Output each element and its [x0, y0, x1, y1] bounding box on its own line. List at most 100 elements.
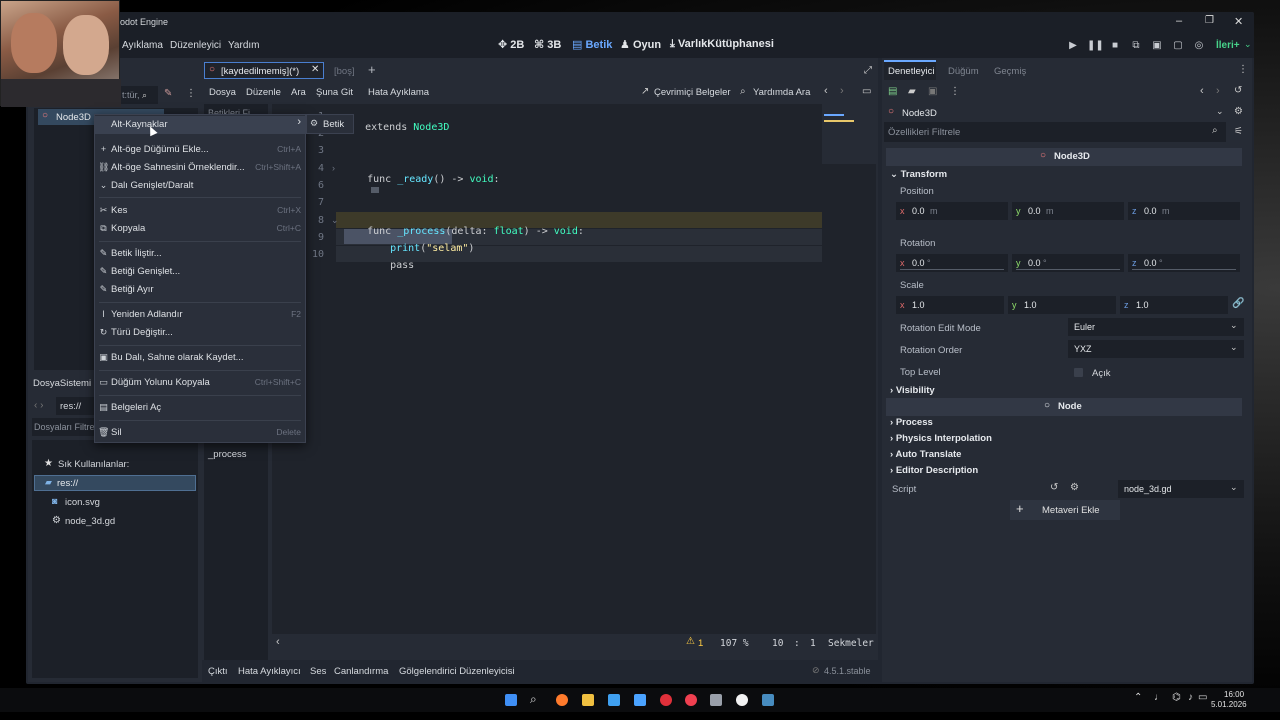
script-menu-file[interactable]: Dosya — [209, 87, 236, 98]
history-tab[interactable]: Geçmiş — [994, 66, 1026, 77]
context-item-cut[interactable]: ✂ Kes Ctrl+X — [95, 202, 305, 220]
filter-settings-icon[interactable]: ⚟ — [1234, 126, 1243, 137]
file-item[interactable]: icon.svg — [65, 497, 100, 508]
object-properties-icon[interactable]: ⚙ — [1234, 106, 1243, 117]
distraction-free-icon[interactable]: ⤢ — [864, 65, 872, 76]
rotation-y-field[interactable]: y 0.0 ° — [1012, 254, 1124, 272]
rotation-x-slider[interactable] — [900, 269, 1004, 270]
history-back-icon[interactable]: ‹ — [1200, 85, 1204, 97]
context-item-expand-collapse[interactable]: ⌄ Dalı Genişlet/Daralt — [95, 177, 305, 195]
app-icon[interactable] — [710, 694, 722, 706]
context-item-rename[interactable]: I Yeniden Adlandır F2 — [95, 306, 305, 324]
warning-count[interactable]: 1 — [698, 638, 703, 649]
menu-editor[interactable]: Düzenleyici — [170, 40, 221, 51]
bottom-tab-audio[interactable]: Ses — [310, 666, 326, 677]
renderer-select[interactable]: İleri+ — [1216, 40, 1240, 51]
filesystem-title[interactable]: DosyaSistemi — [33, 378, 91, 389]
minimize-button[interactable]: – — [1176, 15, 1182, 27]
kebab-menu-icon[interactable]: ⋮ — [1238, 64, 1248, 75]
script-menu-edit[interactable]: Düzenle — [246, 87, 281, 98]
context-item-change-type[interactable]: ↻ Türü Değiştir... — [95, 324, 305, 342]
position-z-field[interactable]: z 0.0 m — [1128, 202, 1240, 220]
bottom-tab-debugger[interactable]: Hata Ayıklayıcı — [238, 666, 301, 677]
search-icon[interactable]: ⌕ — [530, 692, 537, 707]
rotation-z-field[interactable]: z 0.0 ° — [1128, 254, 1240, 272]
workspace-game[interactable]: ♟ Oyun — [620, 38, 661, 51]
context-item-delete[interactable]: 🗑 Sil Delete — [95, 424, 305, 442]
inspector-node-name[interactable]: Node3D — [902, 108, 937, 119]
gear-icon[interactable]: ⚙ — [1070, 482, 1079, 493]
workspace-3d[interactable]: ⌘ 3B — [534, 38, 561, 51]
stop-icon[interactable]: ■ — [1108, 39, 1122, 53]
rotation-order-select[interactable]: YXZ ⌄ — [1068, 340, 1244, 358]
property-filter-input[interactable]: Özellikleri Filtrele ⌕ — [884, 122, 1226, 142]
back-icon[interactable]: ‹ › — [34, 400, 43, 411]
play-scene-icon[interactable]: ▣ — [1150, 39, 1164, 53]
rotation-y-slider[interactable] — [1016, 269, 1120, 270]
app-icon[interactable] — [685, 694, 697, 706]
store-icon[interactable] — [634, 694, 646, 706]
close-icon[interactable]: ✕ — [311, 64, 319, 75]
opera-icon[interactable] — [660, 694, 672, 706]
context-item-save-branch[interactable]: ▣ Bu Dalı, Sahne olarak Kaydet... — [95, 349, 305, 367]
context-item-extend-script[interactable]: ✎ Betiği Genişlet... — [95, 263, 305, 281]
online-docs-button[interactable]: Çevrimiçi Belgeler — [654, 87, 731, 98]
scroll-left-icon[interactable]: ‹ — [276, 636, 280, 648]
save-resource-icon[interactable]: ▣ — [928, 86, 937, 97]
physics-interpolation-section[interactable]: › Physics Interpolation — [890, 433, 992, 444]
battery-icon[interactable]: ▭ — [1198, 692, 1207, 703]
inspector-tab-active[interactable]: Denetleyici — [884, 60, 936, 80]
context-item-copy[interactable]: ⧉ Kopyala Ctrl+C — [95, 220, 305, 238]
script-menu-debug[interactable]: Hata Ayıklama — [368, 87, 429, 98]
file-tree-root[interactable]: ▰ res:// — [34, 475, 196, 491]
bottom-tab-shader[interactable]: Gölgelendirici Düzenleyicisi — [399, 666, 515, 677]
history-forward-icon[interactable]: › — [840, 85, 844, 97]
context-item-copy-node-path[interactable]: ▭ Düğüm Yolunu Kopyala Ctrl+Shift+C — [95, 374, 305, 392]
rotation-z-slider[interactable] — [1132, 269, 1236, 270]
indent-mode[interactable]: Sekmeler — [828, 638, 874, 649]
visibility-section[interactable]: › Visibility — [890, 385, 935, 396]
chevron-up-icon[interactable]: ⌃ — [1134, 692, 1142, 703]
fold-arrow-icon[interactable]: › — [332, 163, 335, 173]
network-icon[interactable]: ⌬ — [1172, 692, 1181, 703]
add-tab-button[interactable]: + — [368, 62, 376, 77]
context-item-detach-script[interactable]: ✎ Betiği Ayır — [95, 281, 305, 299]
play-custom-icon[interactable]: ▢ — [1171, 39, 1185, 53]
script-resource-field[interactable]: node_3d.gd ⌄ — [1118, 480, 1244, 498]
bottom-tab-animation[interactable]: Canlandırma — [334, 666, 388, 677]
kebab-menu-icon[interactable]: ⋮ — [186, 88, 196, 99]
workspace-script[interactable]: ▤ Betik — [572, 38, 612, 51]
menu-debug[interactable]: Ayıklama — [122, 40, 163, 51]
vscode-icon[interactable] — [608, 694, 620, 706]
script-menu-goto[interactable]: Şuna Git — [316, 87, 353, 98]
method-item[interactable]: _process — [208, 449, 247, 460]
resource-menu-icon[interactable]: ⋮ — [950, 86, 960, 97]
close-window-button[interactable]: ✕ — [1234, 15, 1243, 28]
context-item-subresources[interactable]: Alt-Kaynaklar › — [95, 116, 305, 134]
position-y-field[interactable]: y 0.0 m — [1012, 202, 1124, 220]
maximize-button[interactable]: ❐ — [1205, 15, 1214, 26]
context-item-instantiate-scene[interactable]: ⛓ Alt-öge Sahnesini Örneklendir... Ctrl+… — [95, 159, 305, 177]
context-item-open-docs[interactable]: ▤ Belgeleri Aç — [95, 399, 305, 417]
rotation-edit-mode-select[interactable]: Euler ⌄ — [1068, 318, 1244, 336]
microphone-icon[interactable]: ♩ — [1154, 692, 1164, 703]
godot-icon[interactable] — [762, 694, 774, 706]
attach-script-icon[interactable]: ✎ — [164, 88, 172, 99]
clock-time[interactable]: 16:00 — [1224, 690, 1244, 699]
script-tab-inactive[interactable]: [boş] — [334, 66, 355, 77]
link-icon[interactable]: 🔗 — [1232, 298, 1244, 309]
workspace-assetlib[interactable]: ⤓ VarlıkKütüphanesi — [670, 38, 774, 51]
top-level-checkbox[interactable] — [1074, 368, 1083, 377]
start-icon[interactable] — [505, 694, 517, 706]
play-icon[interactable]: ▶ — [1066, 39, 1080, 53]
history-forward-icon[interactable]: › — [1216, 85, 1220, 97]
movie-icon[interactable]: ◎ — [1192, 39, 1206, 53]
menu-help[interactable]: Yardım — [228, 40, 260, 51]
firefox-icon[interactable] — [556, 694, 568, 706]
zoom-level[interactable]: 107 % — [720, 638, 749, 649]
add-metadata-button[interactable]: + Metaveri Ekle — [1010, 500, 1120, 520]
scale-x-field[interactable]: x 1.0 — [896, 296, 1004, 314]
scale-y-field[interactable]: y 1.0 — [1008, 296, 1116, 314]
position-x-field[interactable]: x 0.0 m — [896, 202, 1008, 220]
app-icon[interactable] — [736, 694, 748, 706]
